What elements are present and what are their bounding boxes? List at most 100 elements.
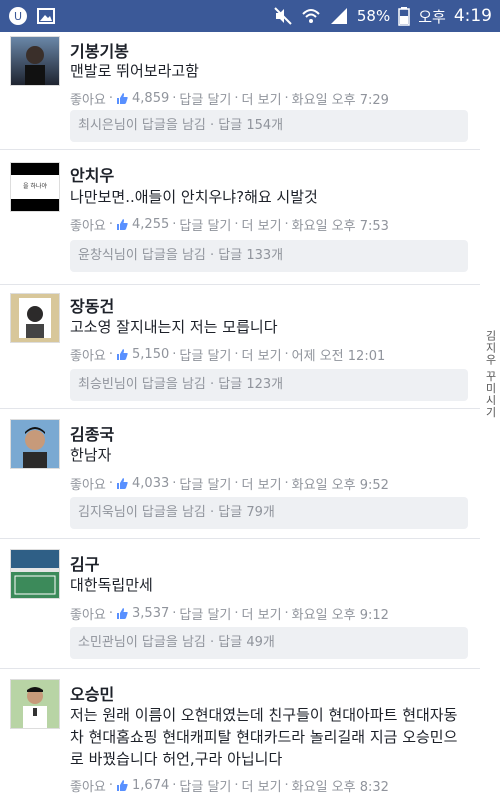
separator: · <box>284 217 289 232</box>
comment-meta: 좋아요 · 4,859 · 답글 달기 · 더 보기 · 화요일 오후 7:29 <box>70 89 389 108</box>
reply-button[interactable]: 답글 달기 <box>179 474 231 493</box>
like-button[interactable]: 좋아요 <box>70 604 106 623</box>
reply-button[interactable]: 답글 달기 <box>179 89 231 108</box>
separator: · <box>172 91 177 106</box>
comment-item: 오승민 저는 원래 이름이 오현대였는데 친구들이 현대아파트 현대자동차 현대… <box>0 669 480 800</box>
separator: · <box>234 778 239 793</box>
commenter-name[interactable]: 김구 <box>70 551 99 575</box>
separator: · <box>108 91 114 106</box>
comment-time: 화요일 오후 8:32 <box>291 780 389 795</box>
avatar[interactable]: 을 하나야 <box>10 162 60 212</box>
comment-text: 저는 원래 이름이 오현대였는데 친구들이 현대아파트 현대자동차 현대홈쇼핑 … <box>70 706 458 768</box>
like-button[interactable]: 좋아요 <box>70 474 106 493</box>
comment-meta: 좋아요 · 1,674 · 답글 달기 · 더 보기 · 화요일 오후 8:32 <box>70 776 389 795</box>
like-button[interactable]: 좋아요 <box>70 345 106 364</box>
separator: · <box>108 217 114 232</box>
like-button[interactable]: 좋아요 <box>70 215 106 234</box>
comment-text: 대한독립만세 <box>70 576 153 594</box>
battery-icon <box>398 6 410 26</box>
avatar[interactable] <box>10 419 60 469</box>
separator: · <box>108 347 114 362</box>
like-count: 4,255 <box>132 217 170 232</box>
commenter-name[interactable]: 김종국 <box>70 421 114 445</box>
more-button[interactable]: 더 보기 <box>242 604 282 623</box>
reply-button[interactable]: 답글 달기 <box>179 345 231 364</box>
comment-meta: 좋아요 · 4,033 · 답글 달기 · 더 보기 · 화요일 오후 9:52 <box>70 474 389 493</box>
svg-text:U: U <box>14 10 22 23</box>
avatar[interactable] <box>10 549 60 599</box>
more-button[interactable]: 더 보기 <box>242 776 282 795</box>
thumbs-up-icon <box>116 607 129 620</box>
comment-text: 한남자 <box>70 446 112 464</box>
avatar-label: 을 하나야 <box>11 175 59 199</box>
comment-item: 김종국 한남자 좋아요 · 4,033 · 답글 달기 · 더 보기 · 화요일… <box>0 409 480 539</box>
separator: · <box>172 347 177 362</box>
stadium-photo <box>11 550 59 598</box>
like-button[interactable]: 좋아요 <box>70 776 106 795</box>
separator: · <box>172 476 177 491</box>
avatar[interactable] <box>10 293 60 343</box>
reply-summary[interactable]: 윤창식님이 답글을 남김 · 답글 133개 <box>70 240 468 272</box>
like-count: 4,033 <box>132 476 170 491</box>
comment-text: 맨발로 뛰어보라고함 <box>70 62 199 80</box>
like-count: 3,537 <box>132 606 170 621</box>
separator: · <box>234 347 239 362</box>
signal-icon <box>329 6 349 26</box>
more-button[interactable]: 더 보기 <box>242 89 282 108</box>
reply-summary[interactable]: 김지욱님이 답글을 남김 · 답글 79개 <box>70 497 468 529</box>
thumbs-up-icon <box>116 779 129 792</box>
more-button[interactable]: 더 보기 <box>242 215 282 234</box>
image-icon <box>36 6 56 26</box>
person-photo <box>25 46 45 85</box>
separator: · <box>108 606 114 621</box>
commenter-name[interactable]: 안치우 <box>70 162 114 186</box>
reply-button[interactable]: 답글 달기 <box>179 215 231 234</box>
separator: · <box>284 476 289 491</box>
like-count: 1,674 <box>132 778 170 793</box>
comment-time: 화요일 오후 7:29 <box>291 93 389 108</box>
clock-time: 4:19 <box>453 6 492 26</box>
comment-meta: 좋아요 · 5,150 · 답글 달기 · 더 보기 · 어제 오전 12:01 <box>70 345 385 364</box>
reply-summary[interactable]: 최승빈님이 답글을 남김 · 답글 123개 <box>70 369 468 401</box>
avatar[interactable] <box>10 679 60 729</box>
separator: · <box>172 606 177 621</box>
watermark-text: 김지우 꾸미시기 <box>484 330 497 419</box>
separator: · <box>284 347 289 362</box>
commenter-name[interactable]: 오승민 <box>70 681 114 705</box>
separator: · <box>284 778 289 793</box>
thumbs-up-icon <box>116 348 129 361</box>
separator: · <box>284 606 289 621</box>
separator: · <box>172 217 177 232</box>
comment-item: 김구 대한독립만세 좋아요 · 3,537 · 답글 달기 · 더 보기 · 화… <box>0 539 480 669</box>
separator: · <box>108 476 114 491</box>
separator: · <box>284 91 289 106</box>
thumbs-up-icon <box>116 218 129 231</box>
person-photo <box>23 687 47 728</box>
avatar[interactable] <box>10 36 60 86</box>
like-button[interactable]: 좋아요 <box>70 89 106 108</box>
facebook-app-icon: U <box>8 6 28 26</box>
like-count: 4,859 <box>132 91 170 106</box>
reply-summary[interactable]: 소민관님이 답글을 남김 · 답글 49개 <box>70 627 468 659</box>
comment-item: 장동건 고소영 잘지내는지 저는 모릅니다 좋아요 · 5,150 · 답글 달… <box>0 285 480 409</box>
separator: · <box>234 606 239 621</box>
person-photo <box>23 427 47 468</box>
reply-summary[interactable]: 최시은님이 답글을 남김 · 답글 154개 <box>70 110 468 142</box>
comment-time: 화요일 오후 9:12 <box>291 608 389 623</box>
thumbs-up-icon <box>116 477 129 490</box>
separator: · <box>234 91 239 106</box>
more-button[interactable]: 더 보기 <box>242 474 282 493</box>
comment-text: 고소영 잘지내는지 저는 모릅니다 <box>70 318 278 336</box>
like-count: 5,150 <box>132 347 170 362</box>
commenter-name[interactable]: 기봉기봉 <box>70 38 129 62</box>
comment-meta: 좋아요 · 3,537 · 답글 달기 · 더 보기 · 화요일 오후 9:12 <box>70 604 389 623</box>
thumbs-up-icon <box>116 92 129 105</box>
commenter-name[interactable]: 장동건 <box>70 293 114 317</box>
comment-time: 어제 오전 12:01 <box>291 349 386 364</box>
comment-item: 기봉기봉 맨발로 뛰어보라고함 좋아요 · 4,859 · 답글 달기 · 더 … <box>0 32 480 150</box>
reply-button[interactable]: 답글 달기 <box>179 604 231 623</box>
status-bar: U 58% 오후 4:19 <box>0 0 500 32</box>
comment-time: 화요일 오후 7:53 <box>291 219 389 234</box>
more-button[interactable]: 더 보기 <box>242 345 282 364</box>
reply-button[interactable]: 답글 달기 <box>179 776 231 795</box>
